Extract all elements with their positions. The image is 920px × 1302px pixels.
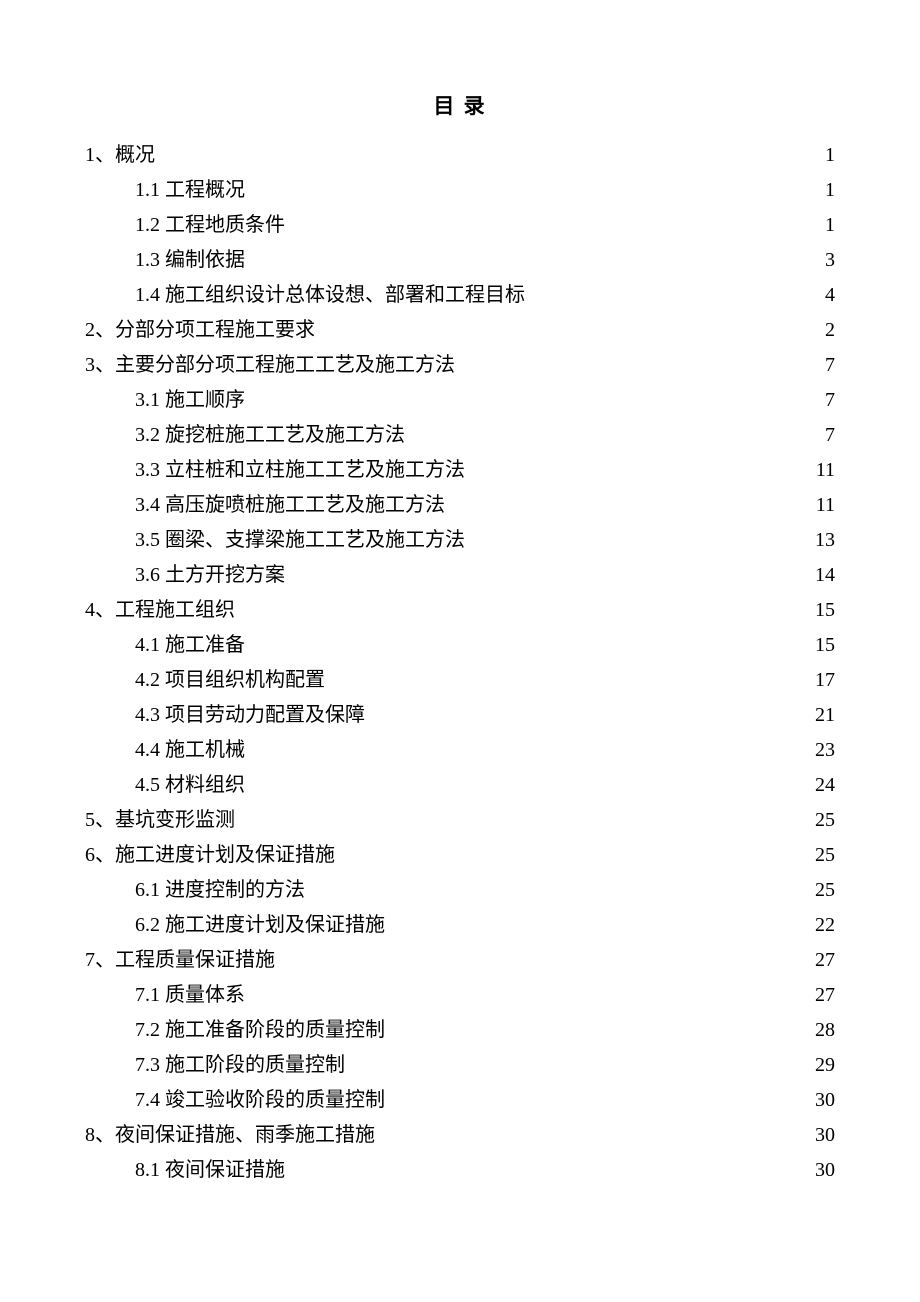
toc-entry-label: 4.5 材料组织 — [135, 768, 245, 803]
toc-entry-page: 17 — [805, 663, 835, 698]
toc-entry-page: 15 — [805, 593, 835, 628]
toc-entry: 2、分部分项工程施工要求 2 — [85, 313, 835, 348]
toc-entry-label: 6.1 进度控制的方法 — [135, 873, 305, 908]
toc-entry-label: 4.2 项目组织机构配置 — [135, 663, 325, 698]
toc-entry: 7.3 施工阶段的质量控制 29 — [85, 1048, 835, 1083]
toc-entry: 6.2 施工进度计划及保证措施 22 — [85, 908, 835, 943]
toc-entry: 3、主要分部分项工程施工工艺及施工方法 7 — [85, 348, 835, 383]
toc-entry-page: 27 — [805, 943, 835, 978]
toc-entry-page: 25 — [805, 838, 835, 873]
toc-entry-label: 1.1 工程概况 — [135, 173, 245, 208]
toc-entry-label: 4、工程施工组织 — [85, 593, 235, 628]
toc-entry-page: 7 — [805, 348, 835, 383]
toc-entry-page: 13 — [805, 523, 835, 558]
toc-entry-page: 14 — [805, 558, 835, 593]
toc-entry: 5、基坑变形监测 25 — [85, 803, 835, 838]
toc-entry: 1.2 工程地质条件 1 — [85, 208, 835, 243]
toc-entry-label: 7.1 质量体系 — [135, 978, 245, 1013]
toc-entry-label: 7.2 施工准备阶段的质量控制 — [135, 1013, 385, 1048]
toc-title: 目 录 — [85, 90, 835, 120]
toc-entry: 3.6 土方开挖方案 14 — [85, 558, 835, 593]
toc-entry: 1.3 编制依据 3 — [85, 243, 835, 278]
toc-entry: 8.1 夜间保证措施 30 — [85, 1153, 835, 1188]
toc-entry: 4、工程施工组织 15 — [85, 593, 835, 628]
toc-entry: 4.4 施工机械 23 — [85, 733, 835, 768]
toc-entry-page: 3 — [805, 243, 835, 278]
toc-entry-page: 15 — [805, 628, 835, 663]
toc-entry: 3.1 施工顺序 7 — [85, 383, 835, 418]
toc-entry-page: 21 — [805, 698, 835, 733]
toc-entry-label: 1.4 施工组织设计总体设想、部署和工程目标 — [135, 278, 525, 313]
toc-list: 1、概况11.1 工程概况11.2 工程地质条件11.3 编制依据31.4 施工… — [85, 138, 835, 1188]
toc-entry-label: 2、分部分项工程施工要求 — [85, 313, 315, 348]
toc-entry-label: 7.4 竣工验收阶段的质量控制 — [135, 1083, 385, 1118]
toc-entry: 8、夜间保证措施、雨季施工措施 30 — [85, 1118, 835, 1153]
toc-entry-label: 3.1 施工顺序 — [135, 383, 245, 418]
toc-entry-label: 3.6 土方开挖方案 — [135, 558, 285, 593]
toc-entry-label: 7.3 施工阶段的质量控制 — [135, 1048, 345, 1083]
toc-entry-label: 4.4 施工机械 — [135, 733, 245, 768]
toc-entry: 1.4 施工组织设计总体设想、部署和工程目标 4 — [85, 278, 835, 313]
toc-entry-label: 3.2 旋挖桩施工工艺及施工方法 — [135, 418, 405, 453]
toc-entry-page: 29 — [805, 1048, 835, 1083]
toc-entry-page: 1 — [805, 208, 835, 243]
toc-entry-page: 11 — [805, 453, 835, 488]
toc-entry: 6、施工进度计划及保证措施 25 — [85, 838, 835, 873]
toc-entry: 4.3 项目劳动力配置及保障 21 — [85, 698, 835, 733]
toc-entry-page: 4 — [805, 278, 835, 313]
toc-entry-label: 4.3 项目劳动力配置及保障 — [135, 698, 365, 733]
toc-entry: 7.1 质量体系 27 — [85, 978, 835, 1013]
toc-entry-page: 27 — [805, 978, 835, 1013]
toc-entry-page: 24 — [805, 768, 835, 803]
toc-entry: 3.5 圈梁、支撑梁施工工艺及施工方法 13 — [85, 523, 835, 558]
toc-entry: 6.1 进度控制的方法 25 — [85, 873, 835, 908]
toc-entry-page: 1 — [805, 173, 835, 208]
toc-entry: 7、工程质量保证措施 27 — [85, 943, 835, 978]
toc-entry: 3.2 旋挖桩施工工艺及施工方法 7 — [85, 418, 835, 453]
document-page: 目 录 1、概况11.1 工程概况11.2 工程地质条件11.3 编制依据31.… — [0, 0, 920, 1302]
toc-entry-page: 30 — [805, 1118, 835, 1153]
toc-entry-page: 7 — [805, 383, 835, 418]
toc-entry-page: 22 — [805, 908, 835, 943]
toc-entry-page: 23 — [805, 733, 835, 768]
toc-entry-label: 6.2 施工进度计划及保证措施 — [135, 908, 385, 943]
toc-entry-label: 5、基坑变形监测 — [85, 803, 235, 838]
toc-entry: 1、概况 1 — [85, 138, 835, 173]
toc-entry-label: 1、概况 — [85, 138, 155, 173]
toc-entry: 1.1 工程概况 1 — [85, 173, 835, 208]
toc-entry-label: 3.4 高压旋喷桩施工工艺及施工方法 — [135, 488, 445, 523]
toc-entry: 7.2 施工准备阶段的质量控制 28 — [85, 1013, 835, 1048]
toc-entry-label: 8.1 夜间保证措施 — [135, 1153, 285, 1188]
toc-entry-label: 4.1 施工准备 — [135, 628, 245, 663]
toc-entry-page: 7 — [805, 418, 835, 453]
toc-entry: 4.2 项目组织机构配置 17 — [85, 663, 835, 698]
toc-entry-page: 30 — [805, 1083, 835, 1118]
toc-entry: 4.5 材料组织 24 — [85, 768, 835, 803]
toc-entry: 7.4 竣工验收阶段的质量控制 30 — [85, 1083, 835, 1118]
toc-entry: 3.3 立柱桩和立柱施工工艺及施工方法 11 — [85, 453, 835, 488]
toc-entry-label: 3.3 立柱桩和立柱施工工艺及施工方法 — [135, 453, 465, 488]
toc-entry: 4.1 施工准备 15 — [85, 628, 835, 663]
toc-entry-page: 25 — [805, 803, 835, 838]
toc-entry-page: 25 — [805, 873, 835, 908]
toc-entry-label: 3、主要分部分项工程施工工艺及施工方法 — [85, 348, 455, 383]
toc-entry-label: 3.5 圈梁、支撑梁施工工艺及施工方法 — [135, 523, 465, 558]
toc-entry-label: 7、工程质量保证措施 — [85, 943, 275, 978]
toc-entry: 3.4 高压旋喷桩施工工艺及施工方法 11 — [85, 488, 835, 523]
toc-entry-page: 2 — [805, 313, 835, 348]
toc-entry-page: 1 — [805, 138, 835, 173]
toc-entry-page: 30 — [805, 1153, 835, 1188]
toc-entry-label: 8、夜间保证措施、雨季施工措施 — [85, 1118, 375, 1153]
toc-entry-page: 28 — [805, 1013, 835, 1048]
toc-entry-label: 1.3 编制依据 — [135, 243, 245, 278]
toc-entry-label: 1.2 工程地质条件 — [135, 208, 285, 243]
toc-entry-label: 6、施工进度计划及保证措施 — [85, 838, 335, 873]
toc-entry-page: 11 — [805, 488, 835, 523]
